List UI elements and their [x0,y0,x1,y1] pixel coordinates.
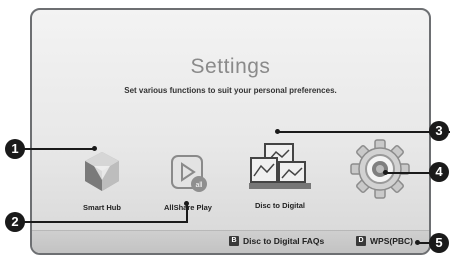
callout-line-2 [22,221,188,223]
callout-2: 2 [5,212,25,232]
svg-text:all: all [195,182,202,189]
b-key-icon: B [229,236,239,246]
disc-to-digital-icon [249,143,311,189]
smart-hub-label: Smart Hub [83,203,121,212]
callout-line-1 [20,148,96,150]
disc-to-digital-item[interactable]: Disc to Digital [242,142,318,210]
callout-4: 4 [429,162,449,182]
callout-5: 5 [429,233,449,253]
callout-line-3 [278,131,450,133]
bottom-bar: B Disc to Digital FAQs D WPS(PBC) [32,230,429,253]
wps-pbc-label: WPS(PBC) [370,236,413,246]
callout-dot-1 [92,146,97,151]
page-subtitle: Set various functions to suit your perso… [124,86,337,95]
allshare-play-icon: all [171,155,207,192]
disc-to-digital-faqs-button[interactable]: B Disc to Digital FAQs [229,236,324,246]
callout-dot-2 [184,201,189,206]
d-key-icon: D [356,236,366,246]
smart-hub-icon [85,152,119,191]
callout-3: 3 [429,121,449,141]
callout-line-2-vertical [186,204,188,222]
disc-to-digital-faqs-label: Disc to Digital FAQs [243,236,325,246]
callout-dot-3 [275,129,280,134]
disc-to-digital-label: Disc to Digital [254,201,305,210]
callout-dot-5 [415,240,420,245]
callout-dot-4 [383,170,388,175]
page-title: Settings [190,55,271,78]
smart-hub-item[interactable]: Smart Hub [66,150,138,212]
wps-pbc-button[interactable]: D WPS(PBC) [356,236,413,246]
settings-gear-icon [350,139,410,199]
callout-1: 1 [5,139,25,159]
